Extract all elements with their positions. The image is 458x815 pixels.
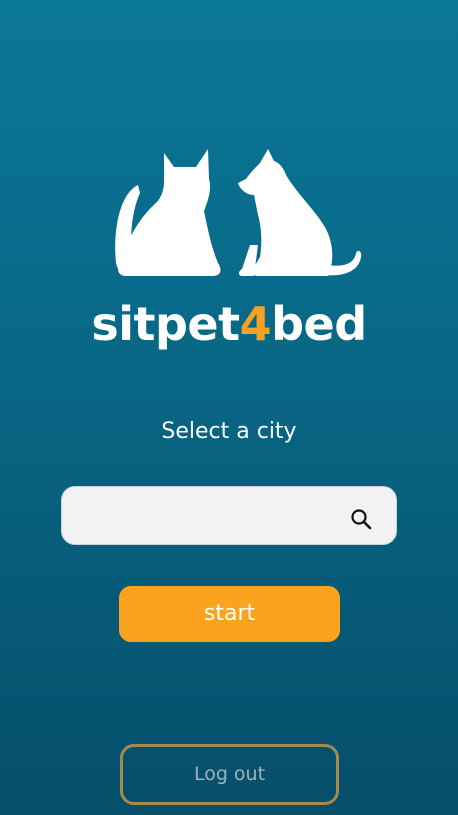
cat-and-dog-logo-icon: [108, 145, 366, 280]
select-city-label: Select a city: [161, 419, 297, 444]
brand-name-part1: sitpet: [91, 297, 240, 351]
brand-name-accent: 4: [239, 297, 272, 351]
logout-button[interactable]: Log out: [120, 744, 339, 805]
cat-silhouette-icon: [115, 149, 221, 276]
brand-wordmark: sitpet4bed: [0, 294, 458, 354]
start-button[interactable]: start: [119, 586, 340, 642]
city-search-box[interactable]: [61, 486, 397, 545]
brand-name-part2: bed: [271, 297, 367, 351]
city-search-input[interactable]: [76, 497, 340, 537]
search-icon[interactable]: [350, 508, 372, 530]
pets-silhouette-graphic: [115, 149, 362, 276]
dog-silhouette-icon: [238, 149, 362, 276]
